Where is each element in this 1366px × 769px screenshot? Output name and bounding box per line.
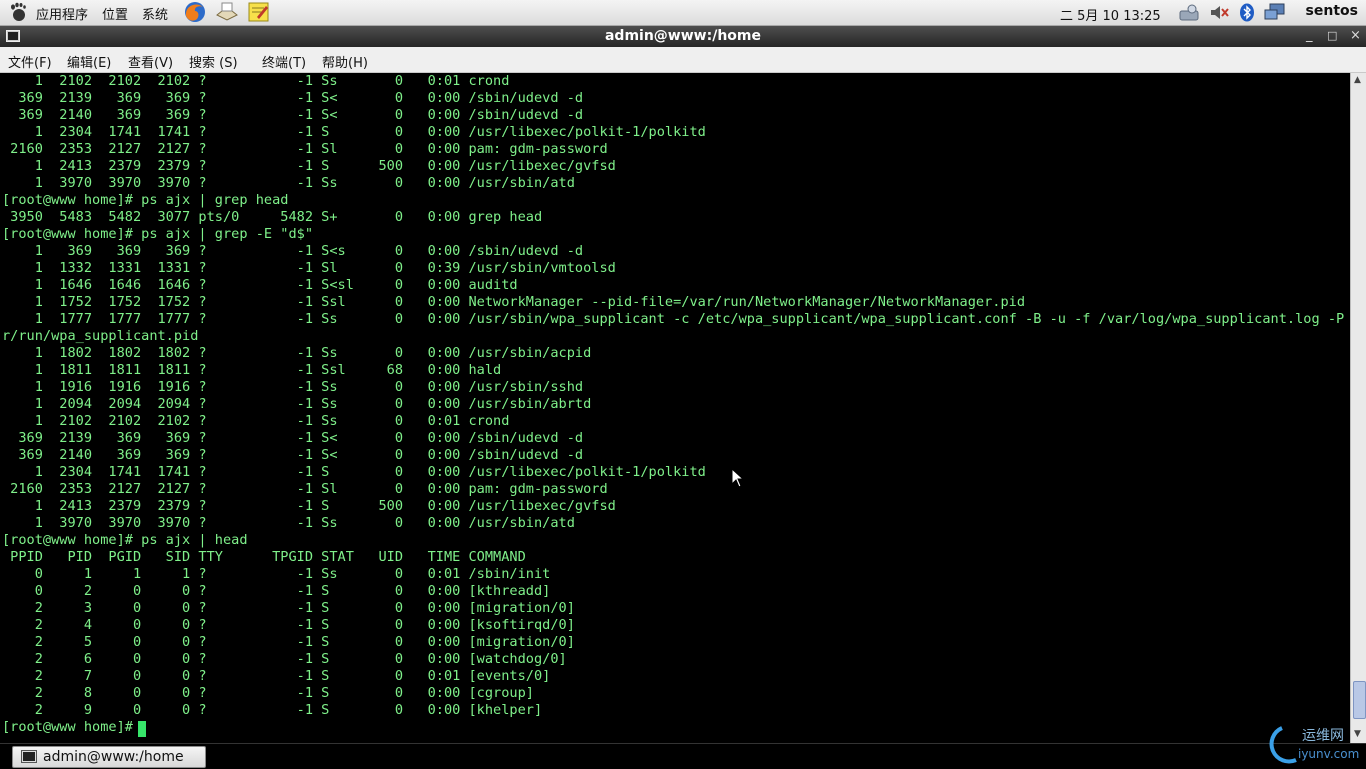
network-device-icon[interactable] [1178,3,1200,22]
taskbar-item-terminal[interactable]: admin@www:/home [12,746,206,768]
maximize-button[interactable]: □ [1327,29,1337,42]
gnome-foot-icon[interactable] [8,2,28,22]
terminal-icon [21,750,37,763]
firefox-icon[interactable] [183,1,207,23]
mail-client-icon[interactable] [215,1,239,23]
network-connection-icon[interactable] [1264,3,1286,22]
bottom-panel: admin@www:/home [0,743,1366,769]
menu-file[interactable]: 文件(F) [8,52,52,71]
menu-view[interactable]: 查看(V) [128,52,173,71]
window-titlebar[interactable]: admin@www:/home _ □ × [0,26,1366,47]
close-button[interactable]: × [1350,28,1361,43]
scroll-up-arrow-icon[interactable]: ▲ [1354,75,1361,85]
system-menu[interactable]: 系统 [142,4,168,23]
terminal-menubar: 文件(F) 编辑(E) 查看(V) 搜索 (S) 终端(T) 帮助(H) [0,47,1366,73]
terminal-output-area[interactable]: 1 2102 2102 2102 ? -1 Ss 0 0:01 crond 36… [0,73,1350,743]
window-title: admin@www:/home [604,28,761,44]
menu-edit[interactable]: 编辑(E) [67,52,111,71]
svg-text:iyunv.com: iyunv.com [1298,747,1359,761]
text-editor-icon[interactable] [247,1,271,23]
bluetooth-icon[interactable] [1236,3,1258,22]
taskbar-item-label: admin@www:/home [43,749,184,765]
applications-menu[interactable]: 应用程序 [36,4,88,23]
terminal-text: 1 2102 2102 2102 ? -1 Ss 0 0:01 crond 36… [2,73,1345,735]
scrollbar-thumb[interactable] [1353,681,1366,719]
menu-terminal[interactable]: 终端(T) [262,52,306,71]
volume-muted-icon[interactable] [1208,3,1230,22]
user-name[interactable]: sentos [1306,3,1358,19]
top-panel: 应用程序 位置 系统 二 5月 10 13:25 sentos [0,0,1366,26]
svg-text:运维网: 运维网 [1302,728,1344,744]
mouse-pointer-icon [731,468,745,488]
menu-search[interactable]: 搜索 (S) [189,52,238,71]
terminal-cursor [138,721,146,737]
terminal-scrollbar[interactable]: ▲ ▼ [1350,73,1366,743]
clock[interactable]: 二 5月 10 13:25 [1060,5,1161,24]
places-menu[interactable]: 位置 [102,4,128,23]
watermark-logo: 运维网 iyunv.com [1269,726,1359,764]
minimize-button[interactable]: _ [1306,28,1313,43]
menu-help[interactable]: 帮助(H) [322,52,368,71]
